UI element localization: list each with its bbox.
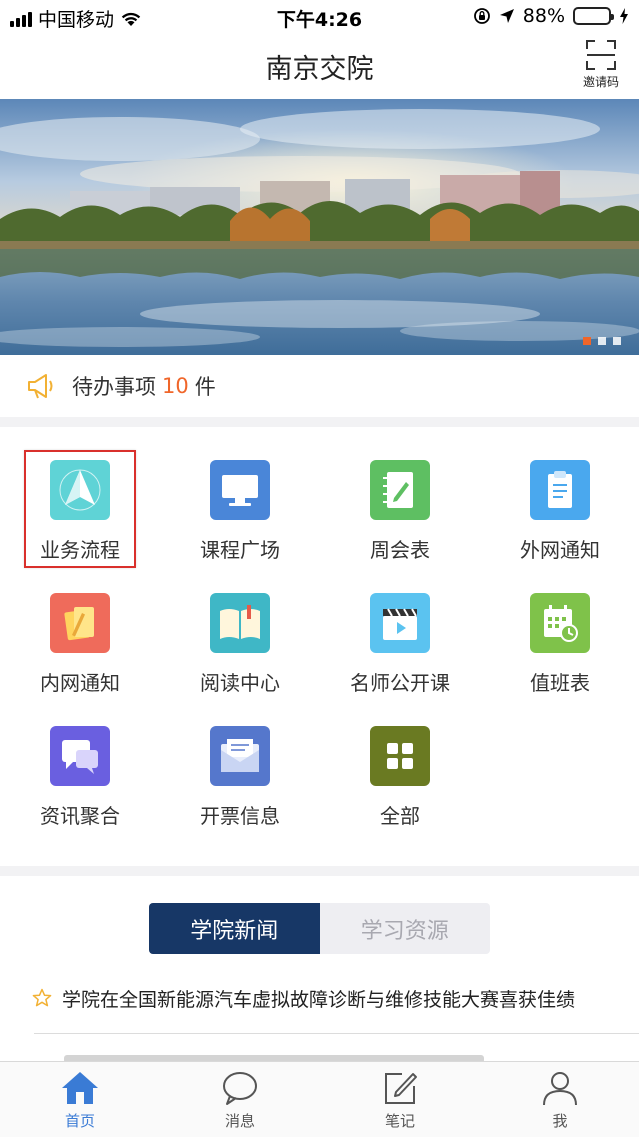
tab-label: 我	[552, 1112, 568, 1130]
bottom-tab-bar: 首页 消息 笔记 我	[0, 1061, 639, 1137]
app-label: 课程广场	[200, 538, 280, 562]
tab-label: 消息	[224, 1112, 255, 1130]
tab-me[interactable]: 我	[510, 1070, 610, 1131]
notebook-pen-icon	[370, 460, 430, 520]
carrier-name: 中国移动	[38, 9, 115, 31]
status-left: 中国移动	[10, 5, 142, 32]
carousel-dot[interactable]	[598, 337, 606, 345]
news-title: 学院在全国新能源汽车虚拟故障诊断与维修技能大赛喜获佳绩	[62, 988, 576, 1011]
signal-icon	[10, 11, 32, 27]
battery-icon	[573, 7, 614, 25]
monitor-icon	[210, 460, 270, 520]
star-icon	[32, 988, 52, 1007]
app-duty-schedule[interactable]: 值班表	[490, 593, 630, 696]
app-invoice-info[interactable]: 开票信息	[170, 726, 310, 829]
location-icon	[499, 9, 514, 23]
todo-label: 待办事项	[72, 375, 156, 399]
megaphone-icon	[28, 374, 53, 399]
carousel-dot[interactable]	[613, 337, 621, 345]
tab-home[interactable]: 首页	[30, 1070, 130, 1131]
grid-four-icon	[370, 726, 430, 786]
tab-label: 首页	[64, 1112, 95, 1130]
scan-frame-icon	[586, 40, 616, 70]
app-label: 周会表	[370, 538, 430, 562]
tab-notes[interactable]: 笔记	[350, 1070, 450, 1131]
clapperboard-icon	[370, 593, 430, 653]
carousel-dot[interactable]	[583, 337, 591, 345]
todo-bar[interactable]: 待办事项 10 件	[0, 355, 639, 417]
banner-carousel[interactable]	[0, 99, 639, 355]
app-screen: 中国移动 下午4:26 88% 南京交院 邀请码 待办事项 10 件 业务流程 …	[0, 0, 639, 1137]
app-news-aggregation[interactable]: 资讯聚合	[10, 726, 150, 829]
page-title: 南京交院	[265, 54, 374, 85]
invite-code-label: 邀请码	[582, 75, 619, 89]
news-segmented-control: 学院新闻 学习资源	[149, 903, 490, 954]
home-icon	[62, 1072, 98, 1104]
notes-pencil-icon	[50, 593, 110, 653]
tab-learning-resources[interactable]: 学习资源	[320, 903, 491, 954]
wifi-icon	[121, 12, 141, 26]
carousel-indicator	[583, 337, 621, 345]
invite-code-button[interactable]: 邀请码	[577, 39, 625, 90]
tab-messages[interactable]: 消息	[190, 1070, 290, 1131]
app-label: 资讯聚合	[40, 804, 120, 828]
app-label: 值班表	[530, 671, 590, 695]
chat-bubbles-icon	[50, 726, 110, 786]
compass-icon	[50, 460, 110, 520]
news-item[interactable]: 学院在全国新能源汽车虚拟故障诊断与维修技能大赛喜获佳绩	[32, 978, 639, 1018]
app-label: 全部	[380, 804, 420, 828]
app-label: 内网通知	[40, 671, 120, 695]
section-divider	[0, 866, 639, 876]
tab-college-news[interactable]: 学院新闻	[149, 903, 320, 954]
banner-image	[0, 99, 639, 355]
news-divider	[34, 1033, 639, 1034]
chat-icon	[223, 1072, 257, 1105]
tab-label: 笔记	[384, 1112, 415, 1130]
news-item-partial	[64, 1047, 564, 1061]
app-business-process[interactable]: 业务流程	[10, 460, 150, 563]
app-reading-center[interactable]: 阅读中心	[170, 593, 310, 696]
status-bar: 中国移动 下午4:26 88%	[0, 0, 639, 33]
app-weekly-meeting[interactable]: 周会表	[330, 460, 470, 563]
app-famous-teacher-course[interactable]: 名师公开课	[330, 593, 470, 696]
status-right: 88%	[473, 5, 629, 27]
app-label: 外网通知	[520, 538, 600, 562]
app-intranet-notice[interactable]: 内网通知	[10, 593, 150, 696]
charging-icon	[620, 8, 628, 24]
calendar-clock-icon	[530, 593, 590, 653]
rotation-lock-icon	[473, 8, 490, 24]
envelope-icon	[210, 726, 270, 786]
edit-note-icon	[385, 1073, 417, 1104]
app-label: 名师公开课	[350, 671, 450, 695]
nav-bar: 南京交院 邀请码	[0, 33, 639, 99]
battery-percent: 88%	[522, 5, 565, 27]
user-icon	[543, 1072, 577, 1106]
app-label: 开票信息	[200, 804, 280, 828]
todo-count: 10	[162, 374, 189, 398]
app-label: 业务流程	[40, 538, 120, 562]
app-label: 阅读中心	[200, 671, 280, 695]
app-all[interactable]: 全部	[330, 726, 470, 829]
clipboard-icon	[530, 460, 590, 520]
open-book-icon	[210, 593, 270, 653]
section-divider	[0, 417, 639, 427]
app-external-notice[interactable]: 外网通知	[490, 460, 630, 563]
app-course-plaza[interactable]: 课程广场	[170, 460, 310, 563]
todo-unit: 件	[194, 375, 216, 399]
